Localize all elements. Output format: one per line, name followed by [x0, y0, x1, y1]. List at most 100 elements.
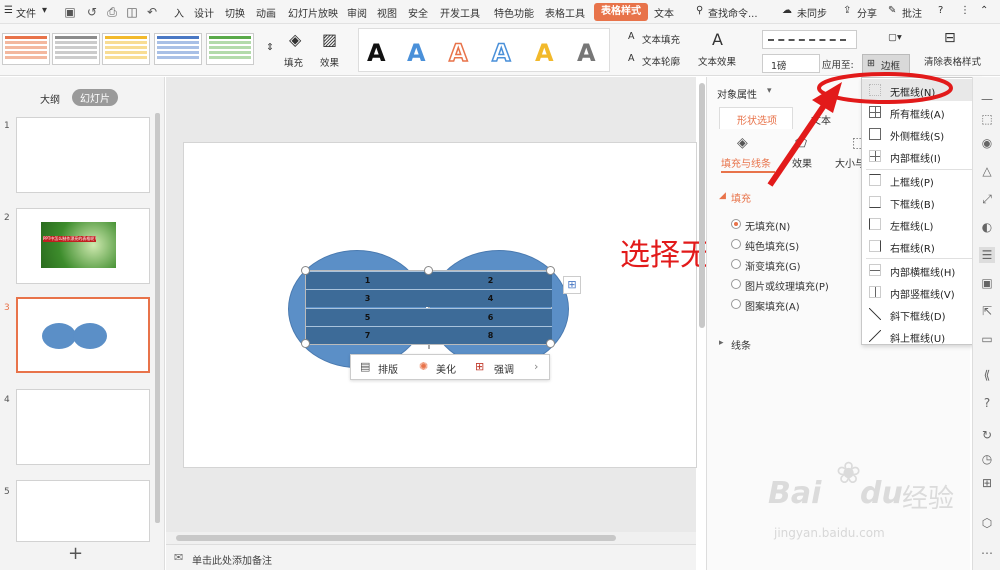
radio-solid-fill[interactable] — [731, 239, 741, 249]
text-outline-button[interactable]: 文本轮廓 — [642, 54, 680, 68]
opt-picture-fill[interactable]: 图片或纹理填充(P) — [745, 278, 829, 293]
menu-file[interactable]: 文件 — [16, 5, 36, 20]
wordart-style[interactable]: A — [491, 38, 511, 68]
comment-icon[interactable]: ✎ — [888, 5, 896, 16]
properties-icon[interactable]: ☰ — [979, 247, 995, 263]
tab-shape-options[interactable]: 形状选项 — [719, 107, 793, 129]
tab-text-options[interactable]: 文本 — [811, 112, 831, 127]
tab-animation[interactable]: 动画 — [256, 5, 276, 20]
table-cell[interactable]: 8 — [429, 326, 552, 344]
tab-security[interactable]: 安全 — [408, 5, 428, 20]
effect-button[interactable]: 效果 — [320, 55, 339, 69]
wordart-style[interactable]: A — [407, 39, 426, 67]
horizontal-scrollbar[interactable] — [166, 532, 696, 544]
select-icon[interactable]: ⬚ — [979, 111, 995, 127]
effect-icon[interactable]: ⬠ — [795, 135, 807, 151]
tab-transition[interactable]: 切换 — [225, 5, 245, 20]
triangle-down-icon[interactable]: ◢ — [719, 191, 726, 201]
radio-gradient-fill[interactable] — [731, 259, 741, 269]
slide[interactable]: 1 2 3 4 5 6 7 8 ⊞ ▤ 排版 ✺ 美化 ⊞ 强调 › — [183, 142, 697, 468]
menu-item-bottom-border[interactable]: 下框线(B) — [862, 191, 980, 213]
gallery-scroll-icon[interactable]: ⇕ — [266, 42, 274, 53]
scroll-thumb[interactable] — [176, 535, 616, 541]
menu-item-left-border[interactable]: 左框线(L) — [862, 213, 980, 235]
slide-panel-scrollbar[interactable] — [155, 113, 160, 523]
search-icon[interactable]: ⚲ — [696, 5, 703, 16]
tab-developer[interactable]: 开发工具 — [440, 5, 480, 20]
menu-item-diagonal-up[interactable]: 斜上框线(U) — [862, 325, 980, 347]
table-style-swatch[interactable] — [206, 33, 254, 65]
menu-item-diagonal-down[interactable]: 斜下框线(D) — [862, 303, 980, 325]
pen-color-icon[interactable]: ▢▾ — [888, 32, 902, 43]
share-icon[interactable]: ⇪ — [843, 5, 851, 16]
slide-thumbnail-selected[interactable] — [16, 297, 150, 373]
section-fill[interactable]: 填充 — [731, 190, 751, 205]
collapse-left-icon[interactable]: ⟪ — [979, 367, 995, 383]
collapse-icon[interactable]: ⌃ — [980, 5, 988, 16]
tab-view[interactable]: 视图 — [377, 5, 397, 20]
command-search[interactable]: 查找命令... — [708, 5, 758, 20]
notes-placeholder[interactable]: 单击此处添加备注 — [192, 552, 272, 567]
hamburger-icon[interactable]: ☰ — [4, 5, 13, 16]
share-icon[interactable]: ⇱ — [979, 303, 995, 319]
table-cell[interactable]: 6 — [429, 308, 552, 326]
tab-features[interactable]: 特色功能 — [494, 5, 534, 20]
table-cell[interactable]: 1 — [306, 271, 429, 289]
text-fill-button[interactable]: 文本填充 — [642, 32, 680, 46]
style-icon[interactable]: ◐ — [979, 219, 995, 235]
text-fill-icon[interactable]: A — [628, 31, 635, 42]
notes-bar[interactable]: ✉ 单击此处添加备注 — [166, 544, 696, 570]
tab-slides[interactable]: 幻灯片 — [72, 89, 118, 106]
tab-slideshow[interactable]: 幻灯片放映 — [288, 5, 338, 20]
section-line[interactable]: 线条 — [731, 337, 751, 352]
resize-handle[interactable] — [301, 266, 310, 275]
collapse-icon[interactable]: — — [979, 91, 995, 107]
more-icon[interactable]: ⋮ — [960, 5, 970, 16]
pen-weight-select[interactable]: 1磅 — [762, 54, 820, 73]
undo-history-icon[interactable]: ↺ — [84, 4, 100, 20]
text-effect-icon[interactable]: A — [712, 30, 723, 49]
table-quick-icon[interactable]: ⊞ — [563, 276, 581, 294]
tab-table-style[interactable]: 表格样式 — [594, 3, 648, 21]
share-button[interactable]: 分享 — [857, 5, 877, 20]
line-style-select[interactable] — [762, 30, 857, 49]
wordart-style[interactable]: A — [367, 39, 386, 67]
radio-no-fill[interactable] — [731, 219, 741, 229]
clear-style-icon[interactable]: ⊟ — [944, 30, 956, 46]
beautify-icon[interactable]: ✺ — [419, 360, 428, 373]
tab-outline[interactable]: 大纲 — [40, 91, 60, 106]
resize-handle[interactable] — [546, 266, 555, 275]
wordart-style[interactable]: A — [577, 39, 596, 67]
add-slide-button[interactable]: + — [68, 543, 83, 564]
tab-design[interactable]: 设计 — [194, 5, 214, 20]
chevron-down-icon[interactable]: ▾ — [767, 86, 772, 96]
opt-solid-fill[interactable]: 纯色填充(S) — [745, 238, 799, 253]
help-icon[interactable]: ? — [938, 5, 943, 16]
text-outline-icon[interactable]: A — [628, 53, 635, 64]
resize-handle[interactable] — [546, 339, 555, 348]
table-style-swatch[interactable] — [2, 33, 50, 65]
tab-text[interactable]: 文本 — [654, 5, 674, 20]
menu-item-top-border[interactable]: 上框线(P) — [862, 169, 980, 191]
print-icon[interactable]: ⎙ — [104, 4, 120, 20]
wordart-style[interactable]: A — [448, 38, 468, 68]
opt-pattern-fill[interactable]: 图案填充(A) — [745, 298, 800, 313]
cloud-icon[interactable]: ☁ — [782, 5, 792, 16]
comment-icon[interactable]: ▭ — [979, 331, 995, 347]
slide-thumbnail[interactable] — [16, 117, 150, 193]
history-icon[interactable]: ◷ — [979, 451, 995, 467]
resize-handle[interactable] — [301, 339, 310, 348]
fill-button[interactable]: 填充 — [284, 55, 303, 69]
layout-icon[interactable]: ▤ — [360, 360, 370, 373]
tab-review[interactable]: 审阅 — [347, 5, 367, 20]
slide-thumbnail[interactable] — [16, 389, 150, 465]
table-style-swatch[interactable] — [102, 33, 150, 65]
table-cell[interactable]: 7 — [306, 326, 429, 344]
table-style-swatch[interactable] — [154, 33, 202, 65]
effect-icon[interactable]: ▨ — [322, 30, 337, 49]
transform-icon[interactable]: ⤢ — [979, 191, 995, 207]
refresh-icon[interactable]: ↻ — [979, 427, 995, 443]
layout-button[interactable]: 排版 — [378, 361, 398, 376]
grid-icon[interactable]: ⊞ — [979, 475, 995, 491]
radio-pattern-fill[interactable] — [731, 299, 741, 309]
